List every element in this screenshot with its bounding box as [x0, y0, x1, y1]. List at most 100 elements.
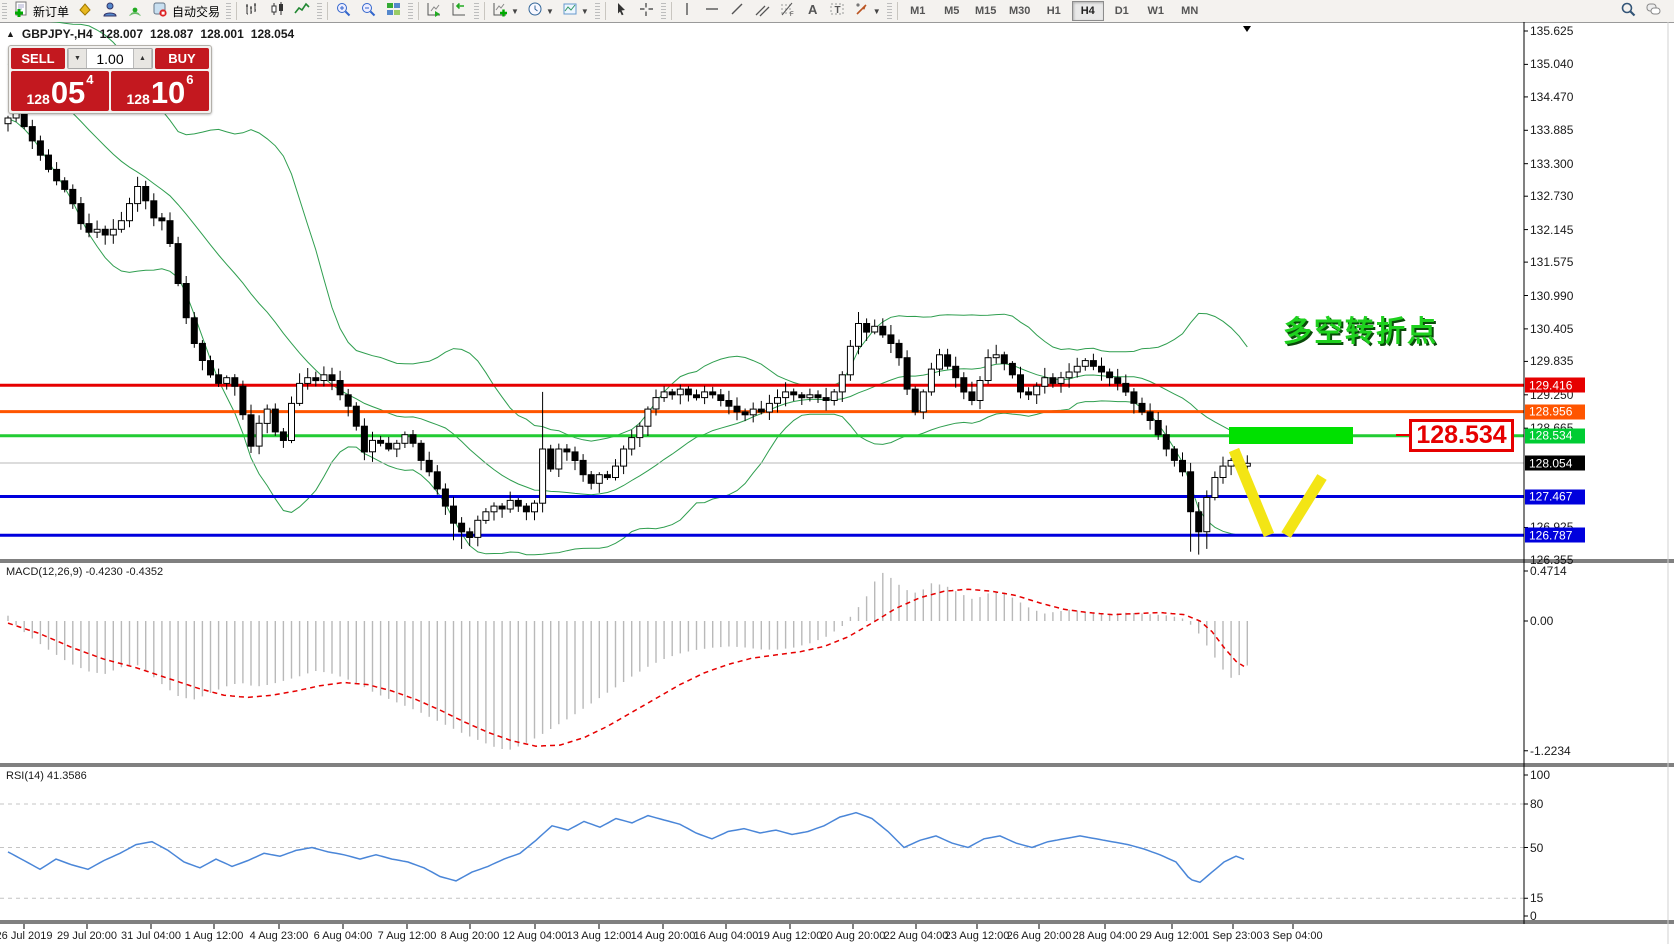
candle-bearish	[953, 366, 959, 377]
sell-button[interactable]: SELL	[11, 48, 65, 69]
candle-bullish	[5, 118, 11, 124]
price-tick-130.990: 130.990	[1530, 289, 1573, 303]
candle-bearish	[864, 324, 870, 333]
time-label: 31 Jul 04:00	[121, 930, 181, 942]
candle-bearish	[523, 506, 529, 512]
time-label: 26 Aug 20:00	[1007, 930, 1072, 942]
candle-bearish	[272, 409, 278, 432]
buy-price-prefix: 128	[126, 92, 149, 106]
candle-bearish	[337, 381, 343, 395]
yellow-v-stroke-2[interactable]	[1286, 477, 1322, 535]
price-flag-dash	[1396, 434, 1409, 436]
candle-bullish	[637, 426, 643, 437]
ohlc-low: 128.001	[200, 27, 243, 41]
candle-bearish	[564, 449, 570, 452]
candle-bearish	[1123, 383, 1129, 392]
time-label: 14 Aug 20:00	[631, 930, 696, 942]
candle-bearish	[718, 395, 724, 401]
sell-price-button[interactable]: 128 05 4	[11, 71, 109, 111]
macd-tick-0.4714: 0.4714	[1530, 564, 1567, 578]
candle-bearish	[694, 395, 700, 398]
candle-bullish	[831, 392, 837, 401]
rsi-tick-100: 100	[1530, 768, 1550, 782]
candle-bearish	[46, 155, 52, 169]
candle-bearish	[499, 506, 505, 509]
candle-bullish	[305, 378, 311, 384]
candle-bearish	[969, 392, 975, 401]
candle-bearish	[426, 460, 432, 471]
candle-bearish	[823, 398, 829, 401]
candle-bearish	[1147, 412, 1153, 421]
candle-bullish	[507, 500, 513, 509]
green-highlight-rect[interactable]	[1229, 427, 1353, 444]
bollinger-middle-band	[8, 64, 1247, 495]
candle-bullish	[629, 438, 635, 449]
volume-down-button[interactable]: ▼	[68, 49, 87, 68]
candle-bearish	[240, 386, 246, 415]
candle-bearish	[175, 244, 181, 284]
candle-bearish	[102, 229, 108, 235]
candle-bearish	[78, 204, 84, 224]
candle-bearish	[410, 435, 416, 444]
candle-bearish	[62, 181, 68, 190]
candle-bullish	[750, 409, 756, 415]
candle-bullish	[1204, 498, 1210, 532]
candle-bearish	[572, 452, 578, 461]
scroll-marker-icon[interactable]	[1243, 26, 1251, 32]
candle-bearish	[143, 187, 149, 201]
candle-bearish	[588, 475, 594, 484]
candle-bearish	[378, 440, 384, 443]
candle-bullish	[110, 229, 116, 235]
candle-bearish	[604, 475, 610, 478]
candle-bullish	[297, 383, 303, 403]
candle-bullish	[532, 503, 538, 512]
price-tick-133.300: 133.300	[1530, 157, 1573, 171]
candle-bullish	[556, 449, 562, 469]
candle-bearish	[1188, 472, 1194, 512]
buy-button[interactable]: BUY	[155, 48, 209, 69]
volume-input[interactable]: 1.00	[87, 49, 133, 68]
time-label: 19 Aug 12:00	[758, 930, 823, 942]
price-tick-135.040: 135.040	[1530, 57, 1573, 71]
macd-tick--1.2234: -1.2234	[1530, 744, 1571, 758]
candle-bullish	[394, 443, 400, 449]
time-label: 12 Aug 04:00	[503, 930, 568, 942]
candle-bearish	[216, 375, 222, 384]
candle-bearish	[361, 426, 367, 452]
candle-bearish	[710, 392, 716, 395]
macd-label: MACD(12,26,9) -0.4230 -0.4352	[6, 566, 163, 578]
candle-bullish	[1042, 378, 1048, 387]
price-tick-133.885: 133.885	[1530, 123, 1573, 137]
ohlc-close: 128.054	[251, 27, 294, 41]
candle-bearish	[815, 395, 821, 398]
candle-bullish	[920, 392, 926, 412]
candle-bullish	[766, 403, 772, 412]
candle-bearish	[961, 378, 967, 392]
candle-bearish	[726, 401, 732, 407]
candle-bullish	[1074, 366, 1080, 372]
candle-bearish	[329, 375, 335, 381]
one-click-trading-panel: SELL ▼ 1.00 ▲ BUY 128 05 4 128 10 6	[8, 45, 212, 114]
sell-price-prefix: 128	[26, 92, 49, 106]
price-tick-129.835: 129.835	[1530, 354, 1573, 368]
candle-bearish	[1026, 392, 1032, 395]
candle-bullish	[256, 423, 262, 446]
candle-bearish	[912, 389, 918, 412]
candle-bullish	[807, 395, 813, 398]
candle-bullish	[402, 435, 408, 444]
volume-up-button[interactable]: ▲	[133, 49, 152, 68]
time-label: 29 Aug 12:00	[1140, 930, 1205, 942]
candle-bearish	[880, 326, 886, 335]
candle-bearish	[232, 378, 238, 387]
chart-canvas[interactable]	[0, 0, 1674, 944]
time-label: 8 Aug 20:00	[441, 930, 500, 942]
candle-bearish	[1163, 435, 1169, 449]
symbol-period: GBPJPY-,H4	[22, 27, 93, 41]
price-flag-128.054: 128.054	[1525, 456, 1585, 471]
candle-bearish	[1050, 378, 1056, 384]
candle-bullish	[491, 506, 497, 512]
candle-bearish	[208, 361, 214, 375]
candle-bullish	[1212, 478, 1218, 498]
buy-price-button[interactable]: 128 10 6	[111, 71, 209, 111]
sell-price-pip: 4	[86, 73, 93, 86]
